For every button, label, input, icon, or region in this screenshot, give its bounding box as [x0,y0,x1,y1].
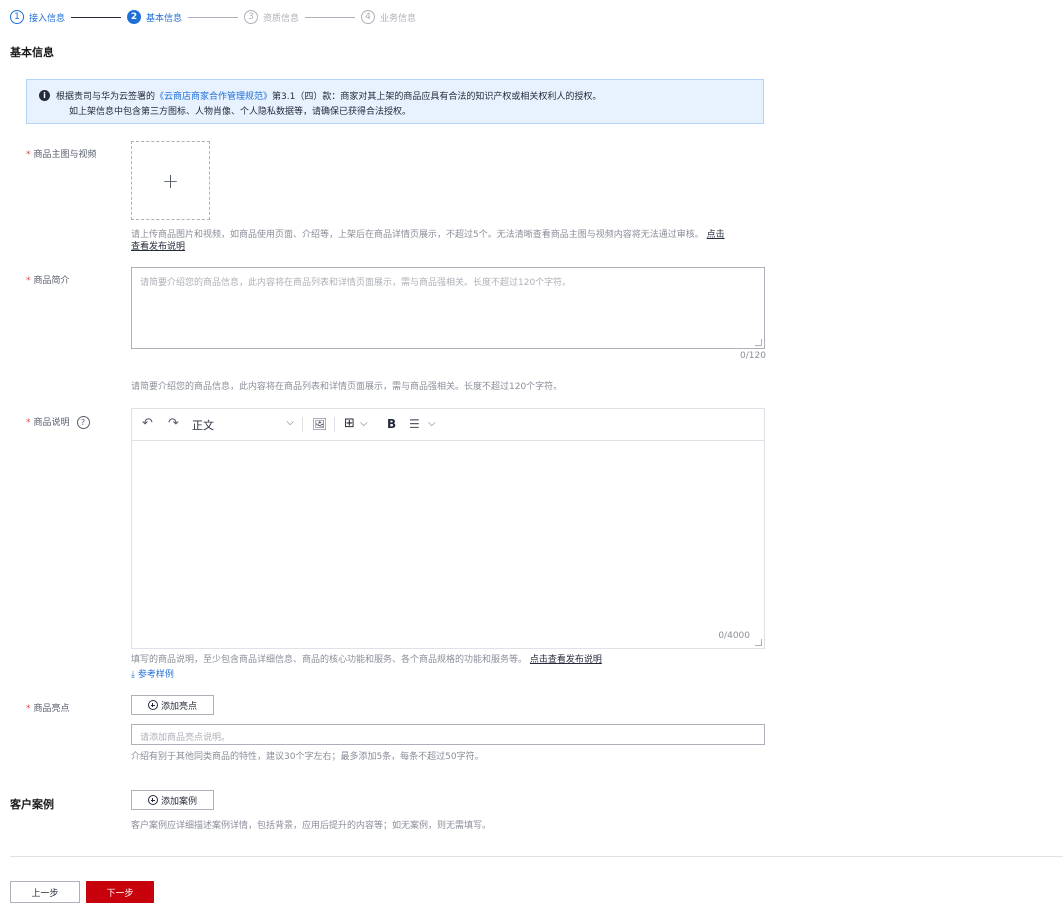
intro-textarea[interactable]: 请简要介绍您的商品信息，此内容将在商品列表和详情页面展示，需与商品强相关。长度不… [131,267,765,349]
footer-divider [10,856,1063,857]
bold-icon[interactable]: B [387,417,396,431]
publish-guide-link[interactable]: 查看发布说明 [131,242,185,252]
media-upload[interactable]: + [131,141,210,220]
step-indicator: 1 接入信息 2 基本信息 3 资质信息 4 业务信息 [10,8,416,26]
plus-circle-icon [147,700,158,710]
info-icon: i [39,90,50,101]
step-connector [188,16,239,18]
redo-icon[interactable]: ↷ [168,417,179,431]
toolbar-divider [302,417,303,432]
step-label: 资质信息 [263,13,300,24]
prev-button[interactable]: 上一步 [10,881,80,903]
notice-line-1: 根据贵司与华为云签署的《云商店商家合作管理规范》第3.1（四）款：商家对其上架的… [56,92,602,102]
step-connector [71,16,122,18]
plus-icon: + [162,168,179,193]
next-button[interactable]: 下一步 [86,881,154,903]
image-icon[interactable]: 🖼 [312,417,327,431]
highlight-placeholder: 请添加商品亮点说明。 [140,733,231,743]
highlights-label: * 商品亮点 [26,704,70,714]
intro-label: * 商品简介 [26,276,70,286]
notice-line-2: 如上架信息中包含第三方图标、人物肖像、个人隐私数据等，请确保已获得合法授权。 [69,107,412,117]
step-number: 2 [127,10,142,24]
step-label: 基本信息 [146,13,183,24]
intro-counter: 0/120 [740,351,766,361]
step-number: 1 [10,10,24,24]
add-highlight-button[interactable]: 添加亮点 [131,695,214,715]
desc-label: * 商品说明? [26,415,90,429]
chevron-down-icon: ⌵ [286,417,294,428]
section-title-cases: 客户案例 [10,798,54,811]
info-notice: i 根据贵司与华为云签署的《云商店商家合作管理规范》第3.1（四）款：商家对其上… [26,79,764,124]
highlight-input[interactable]: 请添加商品亮点说明。 [131,724,765,745]
publish-guide-link[interactable]: 点击 [707,230,725,240]
media-hint: 请上传商品图片和视频，如商品使用页面、介绍等，上架后在商品详情页展示，不超过5个… [131,230,725,252]
step-label: 业务信息 [380,13,417,24]
add-case-button[interactable]: 添加案例 [131,790,214,810]
cases-hint: 客户案例应详细描述案例详情，包括背景，应用后提升的内容等；如无案例，则无需填写。 [131,821,492,831]
highlights-hint: 介绍有别于其他同类商品的特性，建议30个字左右；最多添加5条，每条不超过50字符… [131,752,484,762]
desc-hint: 填写的商品说明，至少包含商品详细信息、商品的核心功能和服务、各个商品规格的功能和… [131,655,602,665]
editor-toolbar: ↶ ↷ 正文 ⌵ 🖼 ⊞ ⌵ B ☰ ⌵ [132,409,764,441]
list-icon[interactable]: ☰ [409,417,420,431]
table-icon[interactable]: ⊞ [344,417,355,431]
step-connector [305,16,356,18]
step-label: 接入信息 [29,13,66,24]
section-title-basic: 基本信息 [10,46,54,59]
plus-circle-icon [147,795,158,805]
paragraph-style-select[interactable]: 正文 ⌵ [192,417,294,432]
chevron-down-icon[interactable]: ⌵ [360,417,368,431]
undo-icon[interactable]: ↶ [142,417,153,431]
toolbar-divider [334,417,335,432]
chevron-down-icon[interactable]: ⌵ [428,417,436,431]
step-2[interactable]: 2 基本信息 [127,10,182,24]
agreement-link[interactable]: 《云商店商家合作管理规范》 [155,92,272,102]
resize-handle[interactable] [755,639,762,646]
help-icon[interactable]: ? [76,416,90,429]
step-number: 4 [361,10,376,24]
step-number: 3 [244,10,259,24]
media-label: * 商品主图与视频 [26,150,97,160]
reference-example-link[interactable]: ⤓ 参考样例 [131,667,174,680]
publish-guide-link[interactable]: 点击查看发布说明 [530,655,602,665]
rich-text-editor[interactable]: ↶ ↷ 正文 ⌵ 🖼 ⊞ ⌵ B ☰ ⌵ 0/4000 [131,408,765,649]
step-4: 4 业务信息 [361,10,416,24]
desc-counter: 0/4000 [718,631,750,641]
intro-hint: 请简要介绍您的商品信息，此内容将在商品列表和详情页面展示，需与商品强相关。长度不… [131,382,563,392]
step-1[interactable]: 1 接入信息 [10,10,65,24]
intro-placeholder: 请简要介绍您的商品信息，此内容将在商品列表和详情页面展示，需与商品强相关。长度不… [140,278,572,288]
step-3: 3 资质信息 [244,10,299,24]
resize-handle[interactable] [755,339,762,346]
